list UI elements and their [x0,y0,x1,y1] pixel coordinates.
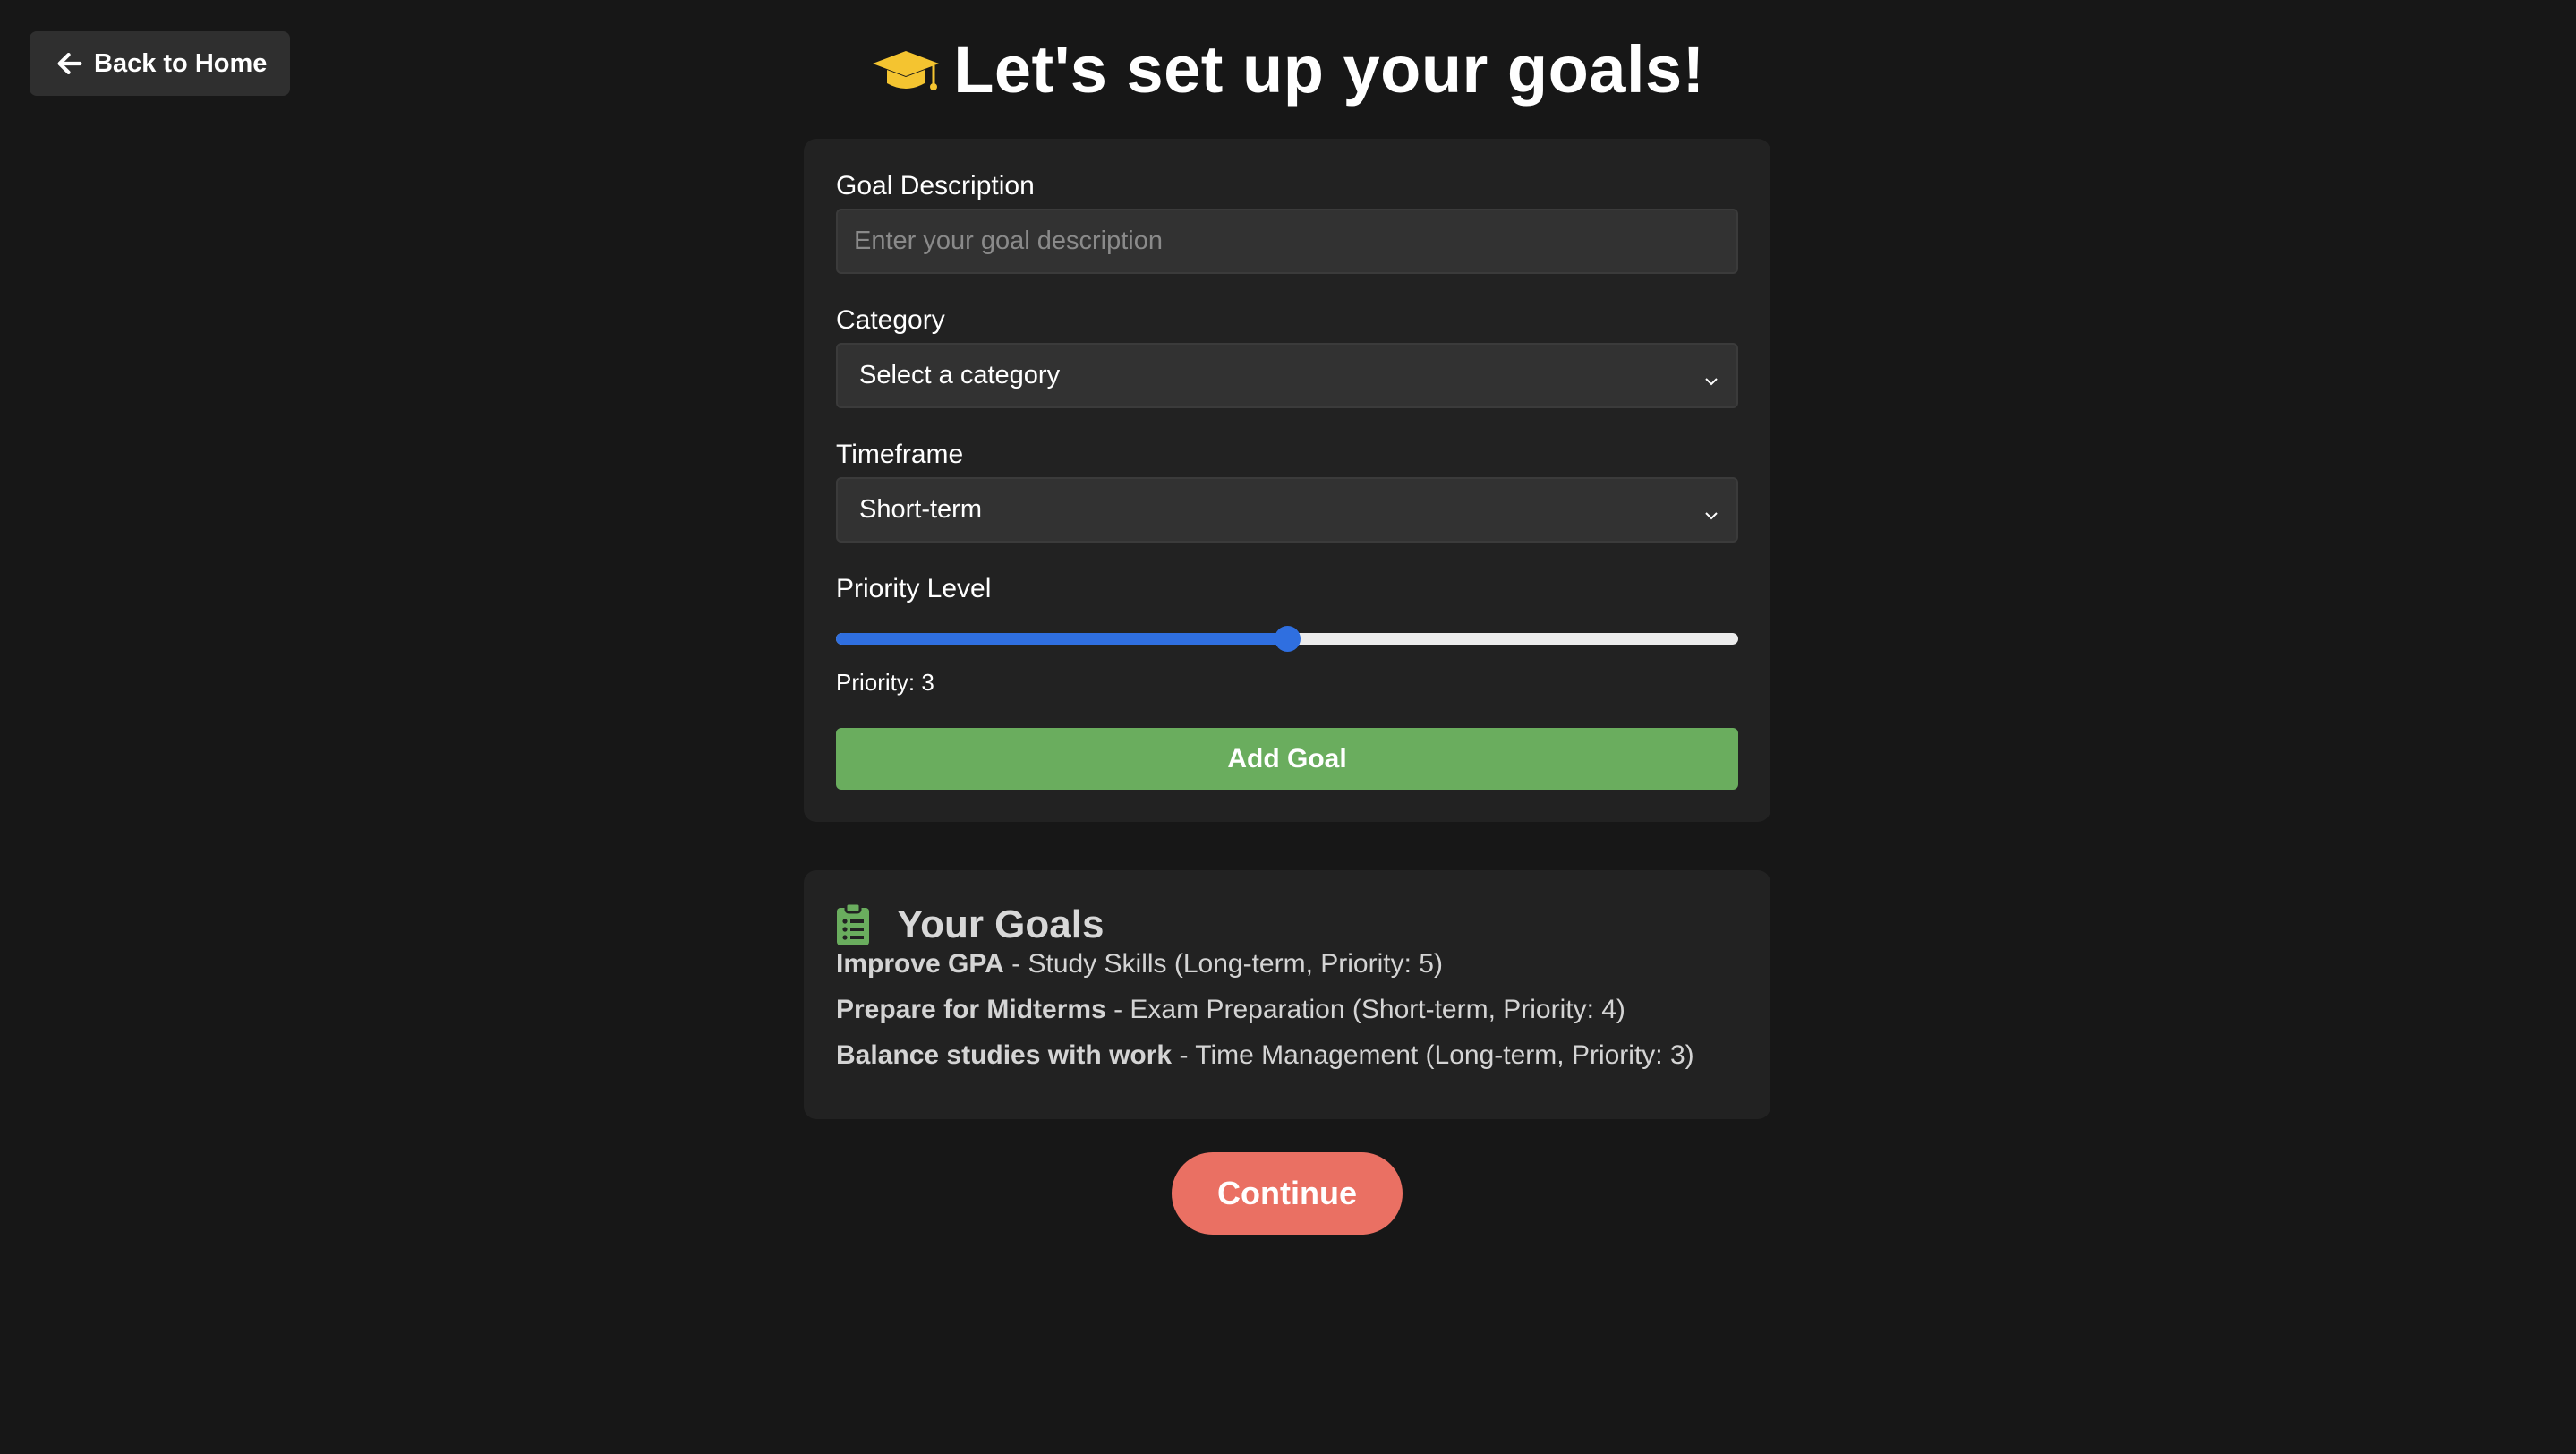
goal-description-label: Goal Description [836,171,1035,201]
goal-name: Balance studies with work [836,1040,1173,1070]
goal-detail: - Study Skills (Long-term, Priority: 5) [1003,949,1443,979]
timeframe-label: Timeframe [836,440,964,469]
category-selected-value: Select a category [859,361,1061,389]
goals-title: Your Goals [897,902,1105,946]
clipboard-list-icon [836,902,870,946]
goal-name: Prepare for Midterms [836,995,1106,1024]
category-select[interactable]: Select a category [836,343,1738,408]
goal-detail: - Exam Preparation (Short-term, Priority… [1105,995,1625,1024]
continue-button[interactable]: Continue [1172,1152,1403,1235]
priority-slider[interactable] [836,625,1738,652]
timeframe-select[interactable]: Short-term [836,477,1738,543]
category-label: Category [836,305,945,335]
slider-fill [836,633,1287,645]
goal-form-card: Goal Description Category Select a categ… [804,139,1770,822]
page-title: Let's set up your goals! [953,32,1705,107]
list-item: Improve GPA - Study Skills (Long-term, P… [836,946,1694,992]
goal-detail: - Time Management (Long-term, Priority: … [1172,1040,1694,1070]
priority-readout: Priority: 3 [836,669,934,696]
chevron-down-icon [1702,502,1720,520]
chevron-down-icon [1702,368,1720,386]
goal-description-input[interactable] [836,209,1738,274]
timeframe-selected-value: Short-term [859,495,982,524]
goals-header: Your Goals [836,898,1104,952]
slider-thumb[interactable] [1275,626,1301,652]
list-item: Balance studies with work - Time Managem… [836,1038,1694,1083]
page-header: Let's set up your goals! [0,27,2576,112]
list-item: Prepare for Midterms - Exam Preparation … [836,992,1694,1038]
priority-level-label: Priority Level [836,574,992,603]
add-goal-button[interactable]: Add Goal [836,728,1738,790]
graduation-cap-icon [871,46,941,99]
goal-name: Improve GPA [836,949,1004,979]
goal-list: Improve GPA - Study Skills (Long-term, P… [836,946,1694,1083]
